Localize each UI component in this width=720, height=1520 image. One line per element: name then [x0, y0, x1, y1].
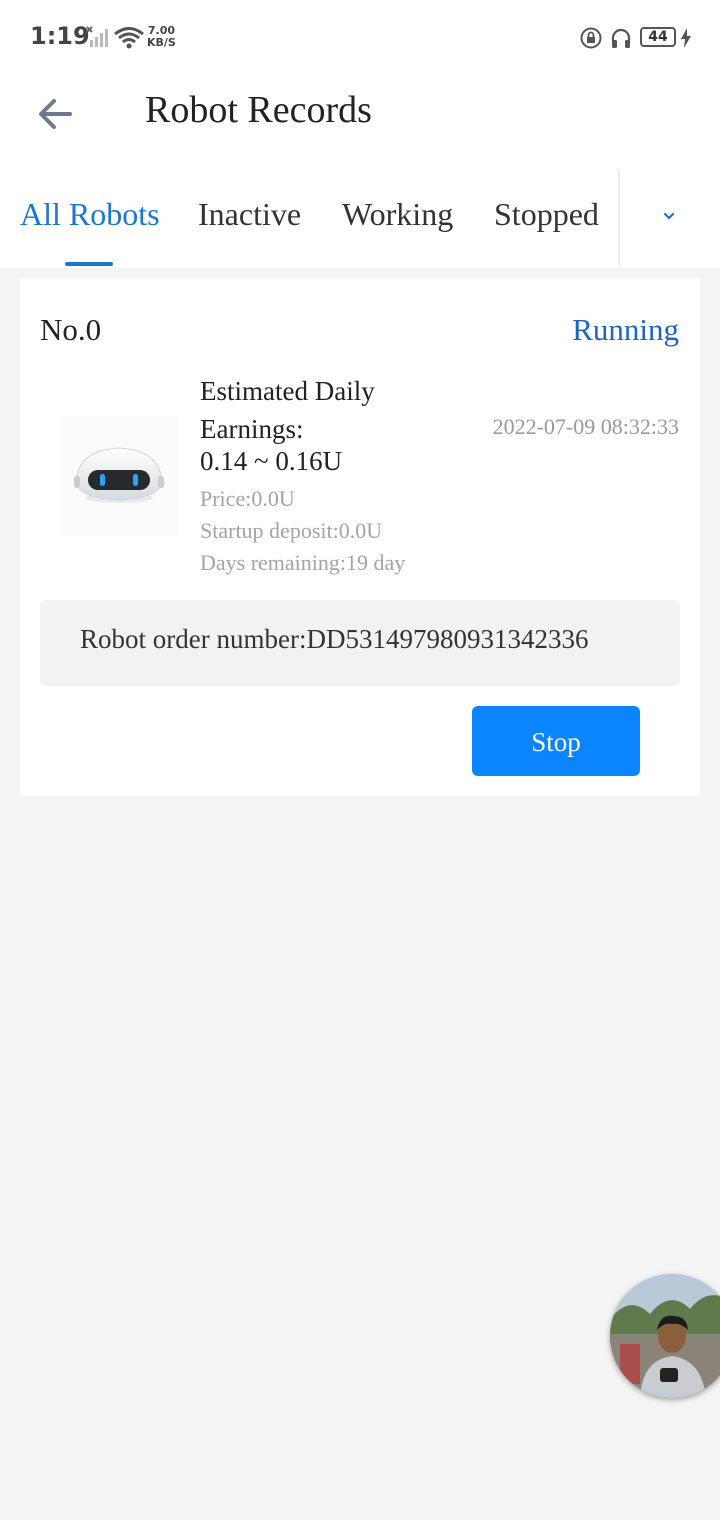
floating-avatar[interactable] [610, 1274, 720, 1398]
startup-deposit-text: Startup deposit:0.0U [200, 518, 383, 543]
stop-button[interactable]: Stop [472, 706, 640, 776]
status-badge: Running [572, 312, 679, 347]
signal-icon [86, 26, 108, 47]
robot-record-card: No.0 Running Estimated Daily Earnings: 0… [20, 278, 700, 796]
network-speed-unit: KB/S [147, 36, 176, 49]
lock-rotation-icon [580, 27, 602, 49]
tabs-divider [618, 170, 620, 266]
charging-bolt-icon [681, 28, 691, 48]
page-title: Robot Records [145, 89, 372, 131]
app-header: Robot Records [0, 76, 720, 168]
days-remaining-text: Days remaining:19 day [200, 550, 406, 575]
record-number: No.0 [40, 312, 102, 347]
filter-tabs: All Robots Inactive Working Stopped [0, 168, 720, 268]
estimated-earnings-value: 0.14 ~ 0.16U [200, 446, 343, 476]
headphone-icon [611, 28, 631, 48]
chevron-down-icon[interactable] [658, 208, 680, 224]
status-time: 1:19 [30, 22, 90, 50]
wifi-icon [114, 27, 144, 49]
record-datetime: 2022-07-09 08:32:33 [492, 414, 679, 439]
tab-working[interactable]: Working [342, 196, 453, 233]
status-bar: 1:19 7.00 KB/S 44 [0, 0, 720, 76]
order-number-box: Robot order number:DD531497980931342336 [40, 600, 680, 686]
network-speed: 7.00 KB/S [147, 25, 176, 49]
active-tab-indicator [65, 262, 113, 266]
price-text: Price:0.0U [200, 486, 295, 511]
battery-icon: 44 [640, 27, 676, 47]
tab-stopped[interactable]: Stopped [494, 196, 599, 233]
estimated-earnings-label: Estimated Daily Earnings: [200, 376, 375, 444]
order-number: Robot order number:DD531497980931342336 [80, 624, 589, 654]
tab-all-robots[interactable]: All Robots [20, 196, 160, 233]
robot-icon [60, 416, 178, 536]
tab-inactive[interactable]: Inactive [198, 196, 301, 233]
arrow-left-icon[interactable] [34, 92, 78, 136]
